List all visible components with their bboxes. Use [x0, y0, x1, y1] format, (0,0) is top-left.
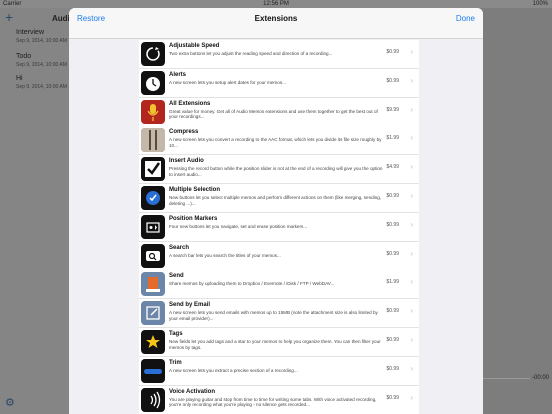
chevron-right-icon: › — [410, 277, 413, 287]
extensions-modal: Restore Extensions Done Adjustable Speed… — [69, 8, 483, 414]
chevron-right-icon: › — [410, 162, 413, 172]
extension-description: A new screen lets you send emails with m… — [169, 310, 378, 321]
extension-price[interactable]: $0.99 — [386, 308, 399, 314]
memo-list-item[interactable]: Hi Sep 9, 2014, 10:00 AM — [16, 75, 67, 90]
memo-list-item[interactable]: Interview Sep 9, 2014, 10:00 AM — [16, 29, 67, 44]
voice-waves-icon — [141, 387, 165, 412]
extension-row[interactable]: Compress A new screen lets you convert a … — [139, 126, 419, 156]
modal-navbar: Restore Extensions Done — [69, 8, 483, 39]
extension-name: Adjustable Speed — [169, 43, 220, 49]
extension-price[interactable]: $0.99 — [386, 193, 399, 199]
extension-price[interactable]: $4.99 — [386, 164, 399, 170]
chevron-right-icon: › — [410, 47, 413, 56]
chevron-right-icon: › — [410, 133, 413, 143]
extension-name: Alerts — [169, 71, 187, 78]
extension-name: Send by Email — [169, 302, 211, 309]
extension-description: A search bar lets you search the titles … — [169, 252, 281, 258]
extension-name: Insert Audio — [169, 158, 204, 165]
status-bar: Carrier 12:56 PM 100% — [0, 0, 552, 8]
memo-date: Sep 9, 2014, 10:00 AM — [16, 62, 67, 68]
chevron-right-icon: › — [410, 75, 413, 85]
extension-description: A new screen lets you extract a precise … — [169, 367, 298, 373]
extension-price[interactable]: $0.99 — [386, 49, 399, 55]
memo-title: Interview — [16, 29, 45, 36]
extension-description: Pressing the record button while the pos… — [169, 166, 383, 177]
extension-price[interactable]: $0.99 — [386, 222, 399, 228]
extension-price[interactable]: $0.99 — [386, 395, 399, 401]
extension-name: Trim — [169, 359, 182, 366]
page-title: Extensions — [254, 14, 298, 23]
done-button[interactable]: Done — [456, 14, 475, 23]
extension-row[interactable]: Send Share memos by uploading them to Dro… — [139, 270, 419, 300]
memo-title: Todo — [16, 53, 32, 60]
email-icon — [141, 301, 165, 326]
star-icon — [141, 330, 165, 354]
extension-price[interactable]: $1.99 — [386, 279, 399, 285]
chevron-right-icon: › — [410, 191, 413, 200]
extension-row[interactable]: All Extensions Great value for money. Get… — [139, 97, 419, 127]
extension-price[interactable]: $1.99 — [386, 135, 399, 141]
extension-price[interactable]: $0.99 — [386, 251, 399, 257]
extension-description: New fields let you add tags and a star t… — [169, 339, 381, 350]
extension-name: Send — [169, 273, 184, 280]
extension-row[interactable]: Send by Email A new screen lets you send … — [139, 299, 419, 329]
clock-label: 12:56 PM — [263, 1, 289, 7]
extension-name: Position Markers — [169, 215, 218, 222]
send-icon — [141, 272, 165, 297]
extension-row[interactable]: Adjustable Speed Two extra buttons let yo… — [139, 40, 419, 69]
alarm-clock-icon — [141, 70, 165, 95]
compress-icon — [141, 128, 165, 153]
extension-row[interactable]: Insert Audio Pressing the record button w… — [139, 155, 419, 185]
extensions-list[interactable]: Adjustable Speed Two extra buttons let yo… — [69, 39, 483, 414]
extension-price[interactable]: $0.99 — [386, 78, 399, 84]
marker-icon — [141, 214, 165, 239]
gear-icon[interactable]: ⚙ — [5, 396, 15, 409]
extension-row[interactable]: Search A search bar lets you search the t… — [139, 241, 419, 271]
extension-description: Great value for money. Get all of Audio … — [169, 108, 378, 120]
extension-row[interactable]: Position Markers Four new buttons let you… — [139, 212, 419, 242]
extension-description: Share memos by uploading them to Dropbox… — [169, 281, 335, 287]
extension-name: Tags — [169, 331, 183, 337]
chevron-right-icon: › — [410, 104, 413, 114]
microphone-icon — [141, 99, 165, 124]
checkbox-icon — [141, 157, 165, 182]
extension-row[interactable]: Multiple Selection New buttons let you se… — [139, 184, 419, 213]
extension-row[interactable]: Alerts A new screen lets you setup alert … — [139, 68, 419, 98]
trim-icon — [141, 358, 165, 383]
chevron-right-icon: › — [410, 248, 413, 258]
memo-date: Sep 9, 2014, 10:00 AM — [16, 84, 67, 90]
extension-name: Compress — [169, 129, 199, 136]
memo-title: Hi — [16, 75, 23, 82]
chevron-right-icon: › — [410, 306, 413, 316]
memo-list-item[interactable]: Todo Sep 9, 2014, 10:00 AM — [16, 53, 67, 68]
multi-select-icon — [141, 186, 165, 210]
chevron-right-icon: › — [410, 363, 413, 373]
extension-description: Two extra buttons let you adjust the rea… — [169, 51, 333, 56]
extension-price[interactable]: $0.99 — [386, 337, 399, 343]
memo-date: Sep 9, 2014, 10:00 AM — [16, 38, 67, 44]
add-icon[interactable]: + — [5, 9, 13, 25]
extension-price[interactable]: $0.99 — [386, 366, 399, 372]
extension-name: Search — [169, 244, 190, 251]
extension-description: You are playing guitar and stop from tim… — [169, 396, 377, 408]
chevron-right-icon: › — [410, 335, 413, 344]
extension-name: Multiple Selection — [169, 187, 221, 193]
extension-description: A new screen lets you convert a recordin… — [169, 137, 382, 148]
speed-icon — [141, 42, 165, 66]
extension-row[interactable]: Trim A new screen lets you extract a prec… — [139, 356, 419, 386]
extension-name: Voice Activation — [169, 388, 216, 395]
elapsed-time: -00:00 — [532, 375, 550, 381]
extension-row[interactable]: Tags New fields let you add tags and a st… — [139, 328, 419, 357]
extension-row[interactable]: Voice Activation You are playing guitar a… — [139, 385, 419, 414]
extension-description: A new screen lets you setup alert dates … — [169, 79, 286, 85]
search-icon — [141, 243, 165, 268]
extension-name: All Extensions — [169, 100, 211, 107]
battery-label: 100% — [532, 1, 548, 7]
chevron-right-icon: › — [410, 219, 413, 229]
extension-description: Four new buttons let you navigate, set a… — [169, 223, 308, 229]
extension-price[interactable]: $9.99 — [386, 107, 399, 113]
extension-description: New buttons let you select multiple memo… — [169, 195, 382, 206]
chevron-right-icon: › — [410, 392, 413, 402]
